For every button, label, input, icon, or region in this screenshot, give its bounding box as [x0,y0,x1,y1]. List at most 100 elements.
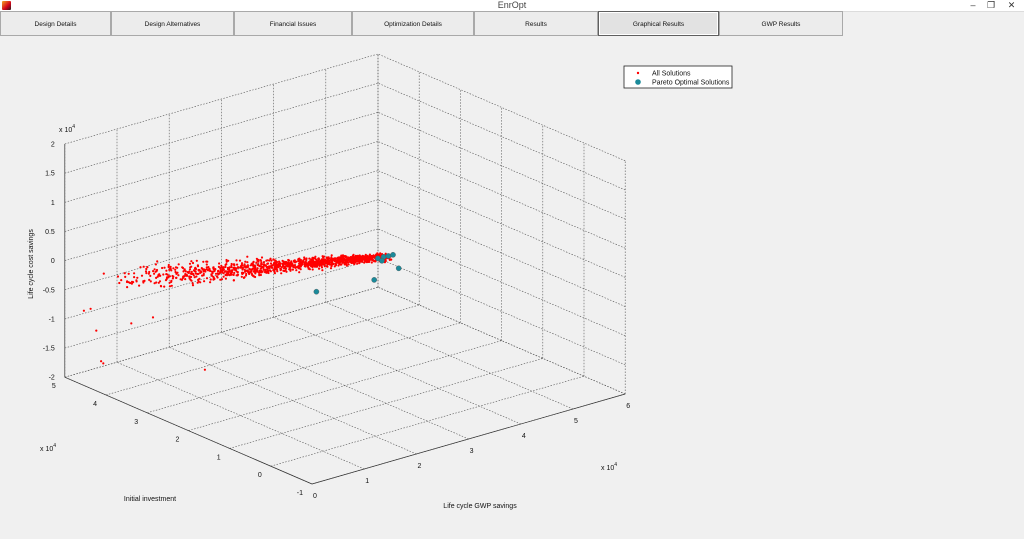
all-solutions-point [142,265,145,268]
all-solutions-point [195,259,198,262]
all-solutions-point [162,273,165,276]
all-solutions-point [167,266,170,269]
all-solutions-point [160,285,163,288]
all-solutions-point [155,276,158,279]
all-solutions-point [319,261,323,264]
all-solutions-point [251,267,254,270]
all-solutions-point [209,281,212,284]
all-solutions-point [165,273,168,276]
all-solutions-point [260,271,263,274]
all-solutions-point [298,262,301,265]
all-solutions-point [232,263,235,266]
all-solutions-point [190,260,193,263]
all-solutions-point [126,286,129,289]
all-solutions-point [250,272,253,275]
all-solutions-point [269,262,273,265]
all-solutions-point [273,270,276,273]
all-solutions-point [153,272,156,275]
all-solutions-point [326,256,329,259]
all-solutions-point [343,255,346,258]
all-solutions-point [175,276,178,279]
all-solutions-point [217,269,220,272]
all-solutions-point [284,269,287,272]
grid-line [270,375,585,467]
grid-line [147,322,461,414]
all-solutions-point [200,271,203,274]
all-solutions-point [280,272,283,275]
all-solutions-point [188,270,191,273]
all-solutions-point [333,258,336,261]
all-solutions-point [240,275,243,278]
all-solutions-point [174,268,177,271]
all-solutions-point [205,268,208,271]
legend: All Solutions Pareto Optimal Solutions [623,65,733,89]
all-solutions-point [312,256,315,259]
all-solutions-point [202,260,205,263]
all-solutions-point [177,263,180,266]
all-solutions-point [146,266,149,269]
all-solutions-point [274,259,277,262]
all-solutions-point [306,265,309,268]
all-solutions-point [188,275,191,278]
all-solutions-point [318,267,321,270]
all-solutions-point [213,277,216,281]
all-solutions-point [346,261,349,264]
z-tick-label: 1 [51,200,55,207]
all-solutions-point [140,274,144,277]
all-solutions-point [163,266,166,269]
all-solutions-point [266,268,269,271]
all-solutions-point [278,264,281,267]
all-solutions-point [282,269,285,272]
all-solutions-point [152,270,155,273]
legend-marker-all-solutions [636,71,640,75]
all-solutions-point [154,263,157,266]
all-solutions-point [238,259,242,262]
all-solutions-point [275,267,278,270]
all-solutions-point [188,268,192,271]
all-solutions-point [256,267,259,270]
all-solutions-point [246,261,249,264]
z-tick-label: 0 [51,258,55,265]
all-solutions-point [184,278,187,281]
all-solutions-point [263,264,266,267]
all-solutions-point [250,262,253,265]
all-solutions-point [232,273,235,276]
x-exponent: x 104 [601,462,617,472]
all-solutions-point [289,269,292,272]
all-solutions-point [202,269,205,272]
all-solutions-point [272,263,275,266]
all-solutions-point [235,259,238,262]
all-solutions-point [225,260,228,263]
z-exponent: x 104 [59,124,75,134]
grid-line [64,228,379,320]
all-solutions-point [376,252,379,255]
all-solutions-point [246,255,249,258]
all-solutions-point [172,267,175,270]
all-solutions-point [222,268,225,271]
all-solutions-point [180,278,184,281]
all-solutions-point [100,360,103,363]
all-solutions-point [262,261,265,264]
all-solutions-point [291,268,294,271]
all-solutions-point [298,271,301,274]
all-solutions-point [82,309,85,312]
all-solutions-point [278,261,281,264]
grid-lines [64,53,626,485]
all-solutions-point [191,272,195,275]
all-solutions-point [205,277,209,280]
all-solutions-point [133,276,136,279]
all-solutions-point [379,252,382,255]
all-solutions-point [149,274,152,277]
all-solutions-point [209,278,212,281]
all-solutions-point [118,281,121,285]
all-solutions-point [333,265,336,268]
all-solutions-point [233,271,236,274]
all-solutions-point [158,280,162,283]
all-solutions-point [316,261,319,264]
all-solutions-point [330,256,333,259]
all-solutions-point [365,259,368,262]
z-tick-label: 1.5 [45,171,55,178]
all-solutions-point [325,260,329,263]
all-solutions-point [289,263,292,266]
all-solutions-point [260,256,264,259]
